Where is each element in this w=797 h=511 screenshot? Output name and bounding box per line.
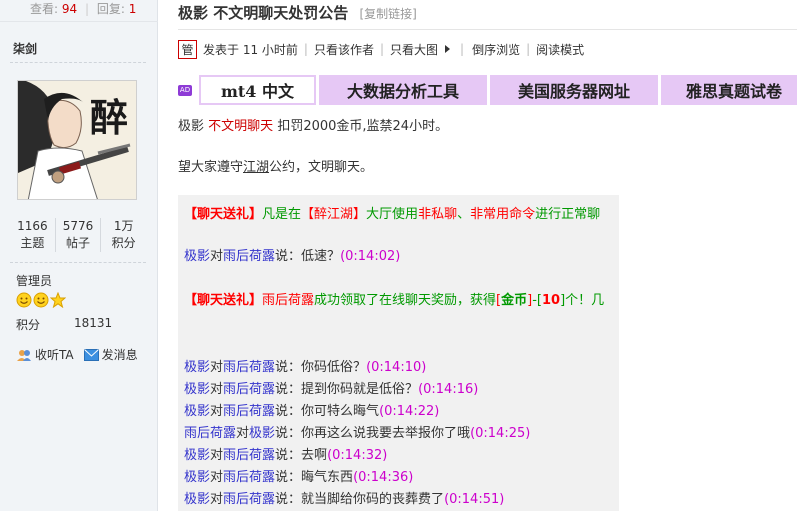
ad-link-1[interactable]: mt4 中文	[199, 75, 316, 105]
chat-message: 极影对雨后荷露说：你码低俗？(0:14:10)	[184, 360, 427, 375]
jianghu-link[interactable]: 江湖	[243, 160, 269, 175]
user-actions: 收听TA 发消息	[16, 346, 138, 363]
read-mode-link[interactable]: 阅读模式	[536, 41, 584, 58]
user-sidebar: 查看: 94 | 回复: 1 柒剑 醉 1166 主题 5776 帖子 1万 积…	[0, 0, 158, 511]
count-posts[interactable]: 5776 帖子	[56, 218, 102, 252]
thread-stats: 查看: 94 | 回复: 1	[30, 2, 137, 16]
smiley-icon	[33, 292, 49, 308]
chat-message: 极影对雨后荷露说：提到你码就是低俗？(0:14:16)	[184, 382, 479, 397]
count-credits[interactable]: 1万 积分	[101, 218, 146, 252]
thread-title-text: 极影 不文明聊天处罚公告	[178, 4, 349, 22]
envelope-icon	[83, 348, 99, 361]
copy-link[interactable]: [复制链接]	[359, 7, 416, 21]
username[interactable]: 柒剑	[13, 40, 37, 57]
admin-badge: 管	[178, 39, 197, 59]
advice-line: 望大家遵守江湖公约，文明聊天。	[178, 160, 374, 175]
replies-label: 回复:	[96, 2, 125, 16]
big-image-link[interactable]: 只看大图	[390, 41, 438, 58]
post-time: 发表于 11 小时前	[203, 42, 298, 57]
send-message-button[interactable]: 发消息	[83, 346, 138, 363]
follow-button[interactable]: 收听TA	[16, 346, 74, 363]
chat-message: 极影对雨后荷露说：低速？(0:14:02)	[184, 249, 401, 264]
chat-message: 极影对雨后荷露说：晦气东西(0:14:36)	[184, 470, 414, 485]
thread-page: 查看: 94 | 回复: 1 柒剑 醉 1166 主题 5776 帖子 1万 积…	[0, 0, 797, 511]
triangle-right-icon[interactable]	[445, 45, 451, 53]
smiley-icon	[16, 292, 32, 308]
views-label: 查看:	[30, 2, 59, 16]
star-icon	[50, 292, 66, 308]
avatar[interactable]: 醉	[17, 80, 137, 200]
user-role[interactable]: 管理员	[16, 272, 52, 289]
post-area: 极影 不文明聊天处罚公告 [复制链接] 管 发表于 11 小时前 | 只看该作者…	[159, 0, 797, 511]
replies-count: 1	[128, 2, 137, 16]
avatar-char: 醉	[90, 95, 129, 140]
user-score: 积分 18131	[16, 316, 113, 332]
ad-link-4[interactable]: 雅思真题试卷	[661, 75, 797, 105]
chat-gift-reward: 【聊天送礼】雨后荷露成功领取了在线聊天奖励，获得[金币]-[10]个！几	[184, 293, 605, 308]
reverse-order-link[interactable]: 倒序浏览	[472, 41, 520, 58]
thread-title: 极影 不文明聊天处罚公告 [复制链接]	[178, 2, 417, 23]
users-icon	[17, 349, 31, 361]
chat-log: 【聊天送礼】凡是在【醉江湖】大厅使用非私聊、非常用命令进行正常聊 极影对雨后荷露…	[178, 195, 619, 511]
ad-link-2[interactable]: 大数据分析工具	[319, 75, 487, 105]
author-only-link[interactable]: 只看该作者	[314, 41, 374, 58]
medals	[16, 292, 66, 308]
chat-message: 极影对雨后荷露说：你可特么晦气(0:14:22)	[184, 404, 440, 419]
penalty-line: 极影 不文明聊天 扣罚2000金币,监禁24小时。	[178, 119, 449, 134]
chat-message: 极影对雨后荷露说：就当脚给你码的丧葬费了(0:14:51)	[184, 492, 505, 507]
count-threads[interactable]: 1166 主题	[10, 218, 56, 252]
ad-link-3[interactable]: 美国服务器网址	[490, 75, 658, 105]
chat-message: 雨后荷露对极影说：你再这么说我要去举报你了哦(0:14:25)	[184, 426, 531, 441]
chat-message: 极影对雨后荷露说：去啊(0:14:32)	[184, 448, 388, 463]
post-meta: 管 发表于 11 小时前 | 只看该作者 | 只看大图 | 倒序浏览 | 阅读模…	[178, 38, 584, 60]
ad-badge: AD	[178, 84, 192, 96]
user-counts: 1166 主题 5776 帖子 1万 积分	[10, 218, 146, 252]
ad-row: AD mt4 中文 大数据分析工具 美国服务器网址 雅思真题试卷	[178, 75, 797, 105]
views-count: 94	[61, 2, 78, 16]
chat-gift-notice: 【聊天送礼】凡是在【醉江湖】大厅使用非私聊、非常用命令进行正常聊	[184, 207, 601, 222]
